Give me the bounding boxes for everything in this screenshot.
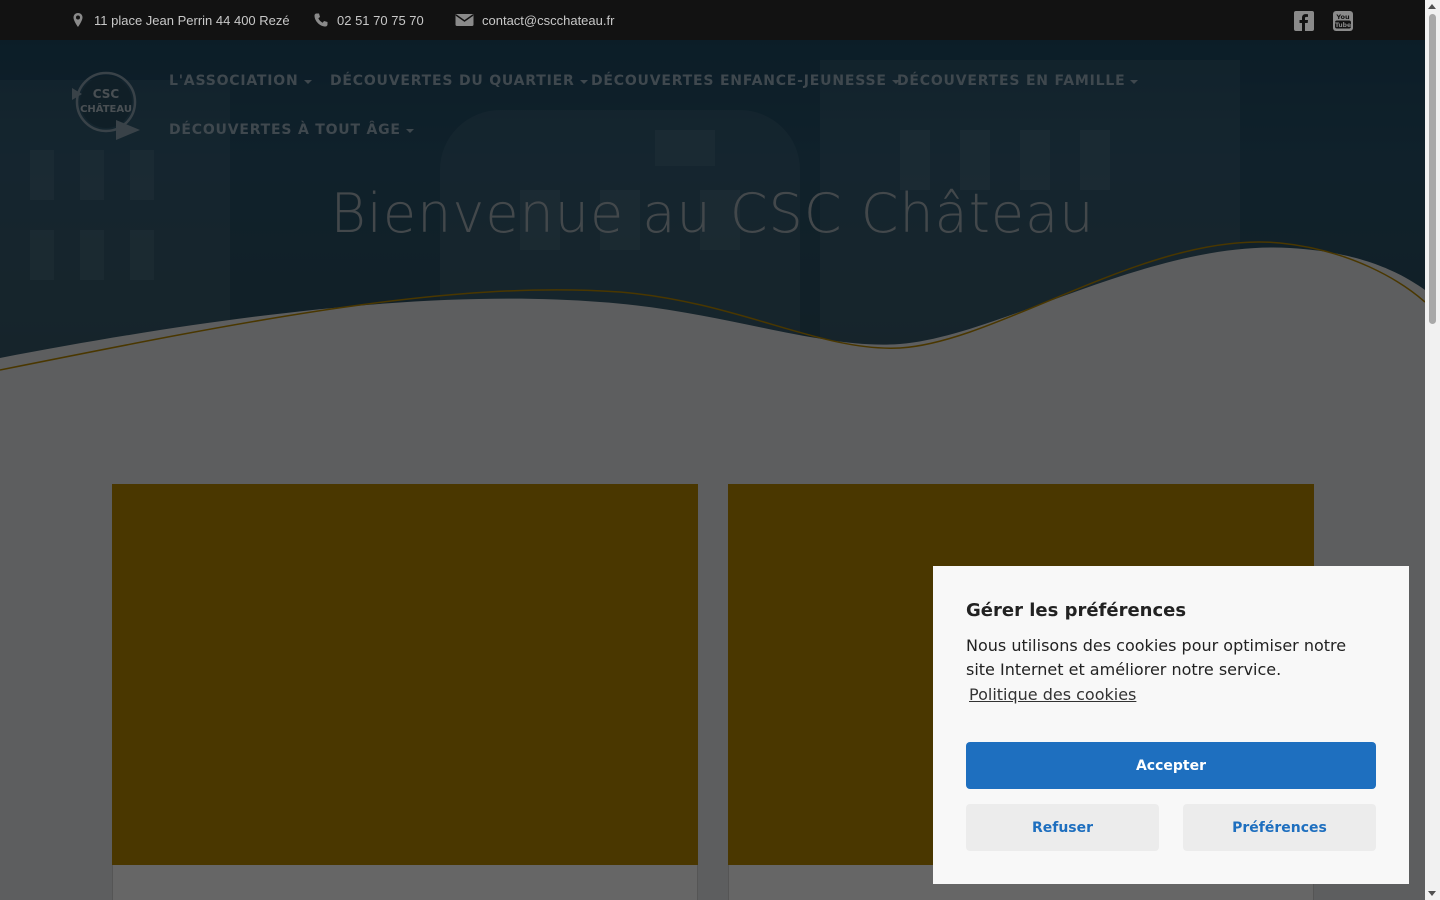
card-body (112, 865, 698, 900)
phone-text: 02 51 70 75 70 (337, 12, 424, 28)
cookie-title: Gérer les préférences (966, 600, 1187, 621)
feature-card[interactable] (112, 484, 698, 900)
svg-text:You: You (1335, 13, 1350, 21)
accept-button[interactable]: Accepter (966, 742, 1376, 789)
svg-text:Tube: Tube (1335, 22, 1351, 29)
phone-item[interactable]: 02 51 70 75 70 (313, 0, 424, 40)
email-item[interactable]: contact@cscchateau.fr (455, 0, 614, 40)
scroll-up-icon[interactable] (1428, 4, 1436, 9)
top-contact-bar: 11 place Jean Perrin 44 400 Rezé 02 51 7… (0, 0, 1425, 40)
map-marker-icon (73, 13, 83, 27)
cookie-text: Nous utilisons des cookies pour optimise… (966, 636, 1347, 679)
hero-wave-divider (0, 241, 1425, 380)
cookie-policy-link[interactable]: Politique des cookies (969, 685, 1136, 704)
refuse-button[interactable]: Refuser (966, 804, 1159, 851)
facebook-icon[interactable] (1293, 10, 1315, 32)
scroll-down-icon[interactable] (1428, 891, 1436, 896)
address-item: 11 place Jean Perrin 44 400 Rezé (70, 0, 290, 40)
page-scrollbar[interactable] (1425, 0, 1440, 900)
youtube-icon[interactable]: You Tube (1332, 10, 1354, 32)
preferences-button[interactable]: Préférences (1183, 804, 1376, 851)
envelope-icon (455, 14, 474, 26)
hero-section: CSC CHÂTEAU L'ASSOCIATION DÉCOUVERTES DU… (0, 40, 1425, 380)
scrollbar-thumb[interactable] (1429, 14, 1436, 324)
card-image (112, 484, 698, 865)
phone-icon (314, 13, 328, 27)
address-text: 11 place Jean Perrin 44 400 Rezé (94, 12, 290, 28)
cookie-consent-dialog: Gérer les préférences Nous utilisons des… (933, 566, 1409, 884)
email-text: contact@cscchateau.fr (482, 12, 615, 28)
